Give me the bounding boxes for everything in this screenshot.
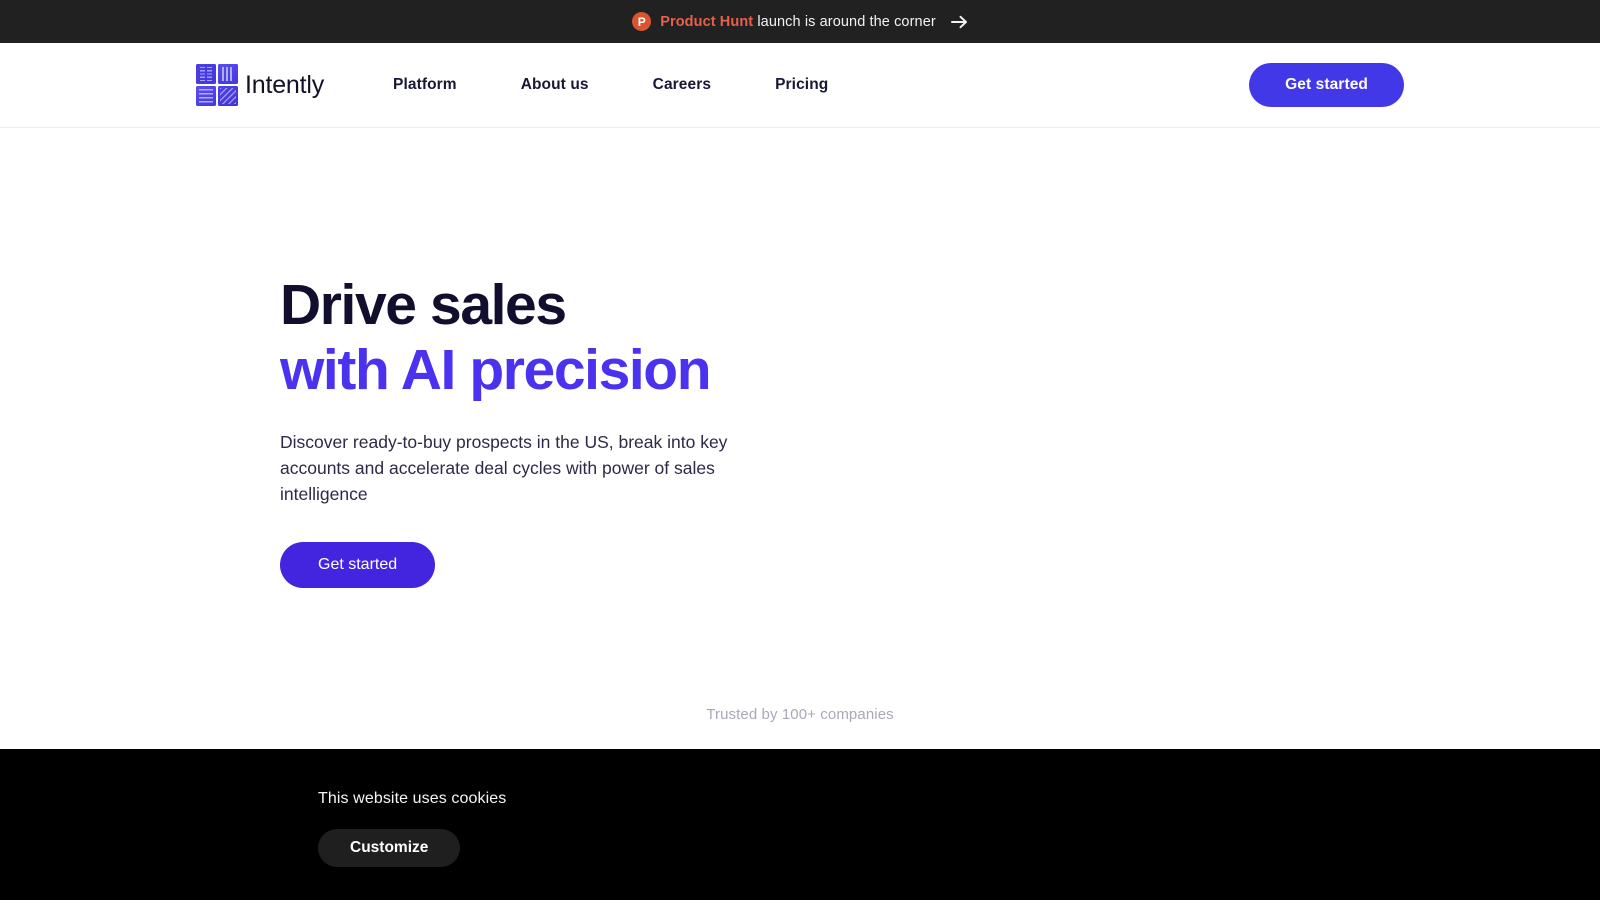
nav-item-platform[interactable]: Platform (393, 76, 489, 94)
announcement-text: Product Hunt launch is around the corner (660, 14, 936, 30)
nav-item-careers[interactable]: Careers (621, 76, 743, 94)
header-get-started-button[interactable]: Get started (1249, 63, 1404, 107)
trusted-by-text: Trusted by 100+ companies (706, 706, 894, 723)
nav-label-platform: Platform (393, 76, 457, 93)
announcement-banner[interactable]: P Product Hunt launch is around the corn… (0, 0, 1600, 43)
cookie-banner-text: This website uses cookies (318, 790, 507, 807)
hero-content: Drive sales with AI precision Discover r… (280, 276, 920, 588)
intently-grid-logo-icon (196, 64, 238, 106)
brand-logo[interactable]: Intently (196, 64, 324, 106)
arrow-right-icon[interactable] (950, 15, 968, 29)
brand-name: Intently (245, 70, 325, 99)
hero-heading-line-1: Drive sales (280, 273, 567, 337)
primary-navigation: Platform About us Careers Pricing (393, 76, 860, 94)
hero-section: Drive sales with AI precision Discover r… (0, 128, 1600, 749)
hero-heading-line-2: with AI precision (280, 337, 712, 402)
hero-get-started-button[interactable]: Get started (280, 541, 436, 588)
nav-label-careers: Careers (652, 76, 712, 93)
nav-item-pricing[interactable]: Pricing (743, 76, 860, 94)
product-hunt-label: Product Hunt (660, 13, 754, 30)
hero-heading: Drive sales with AI precision (280, 276, 920, 399)
cookie-consent-banner: This website uses cookies Customize (0, 749, 1600, 900)
product-hunt-badge-icon: P (632, 12, 652, 31)
nav-item-about-us[interactable]: About us (489, 76, 621, 94)
site-header: Intently Platform About us Careers Prici… (0, 43, 1600, 128)
nav-label-about-us: About us (520, 76, 589, 93)
hero-subheading: Discover ready-to-buy prospects in the U… (280, 432, 728, 504)
cookie-customize-button[interactable]: Customize (318, 829, 461, 867)
announcement-message: launch is around the corner (753, 13, 936, 30)
nav-label-pricing: Pricing (775, 76, 829, 93)
landing-page: P Product Hunt launch is around the corn… (0, 0, 1600, 900)
